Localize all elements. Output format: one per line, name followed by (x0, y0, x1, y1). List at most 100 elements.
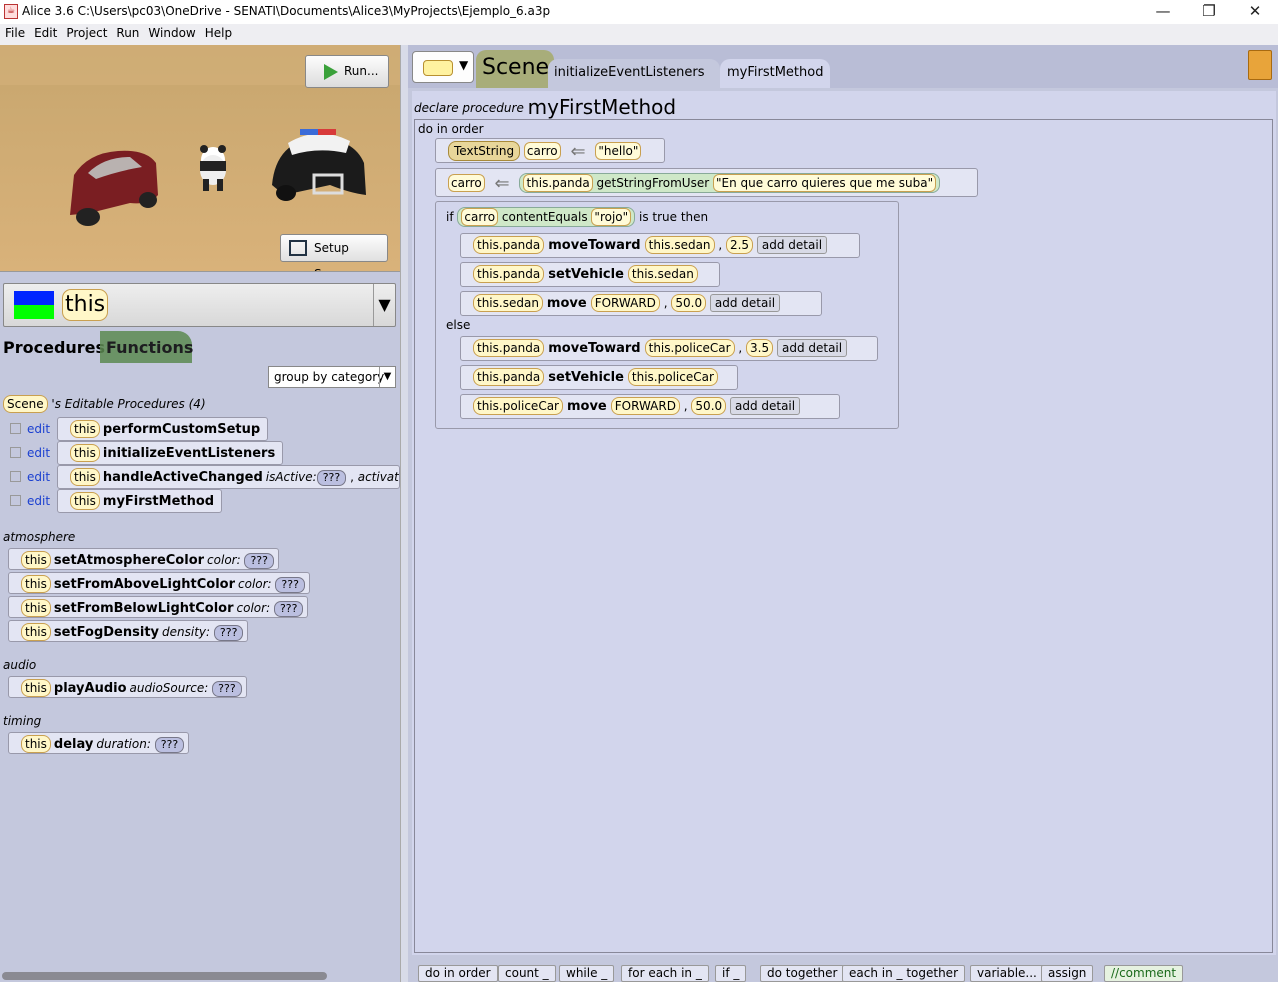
else-statement-setVehicle[interactable]: this.panda setVehicle this.policeCar (460, 365, 738, 390)
this-chip: this (21, 575, 51, 593)
java-app-icon: ☕ (4, 4, 18, 19)
selected-instance-label: this (62, 289, 109, 321)
editable-procedures-title: 's Editable Procedures (4) (51, 397, 206, 411)
this-chip: this (21, 623, 51, 641)
chevron-down-icon: ▼ (459, 58, 469, 72)
proc-setAtmosphereColor[interactable]: this setAtmosphereColor color: ??? (8, 548, 279, 570)
this-chip: this (21, 679, 51, 697)
method-declaration: declare procedure myFirstMethod (414, 95, 677, 119)
else-label: else (446, 318, 471, 332)
method-name: myFirstMethod (527, 95, 677, 119)
window-title: Alice 3.6 C:\Users\pc03\OneDrive - SENAT… (22, 4, 551, 18)
else-statement-moveToward[interactable]: this.panda moveToward this.policeCar , 3.5… (460, 336, 878, 361)
split-handle[interactable] (0, 271, 400, 279)
function-call[interactable]: this.panda getStringFromUser "En que car… (519, 173, 941, 193)
control-count[interactable]: count _ (498, 965, 556, 982)
assign-target[interactable]: carro (448, 174, 485, 192)
clipboard-icon[interactable] (1248, 50, 1272, 80)
proc-setFogDensity[interactable]: this setFogDensity density: ??? (8, 620, 249, 642)
tab-scene[interactable]: Scene (476, 50, 554, 88)
proc-handleActiveChanged[interactable]: this handleActiveChanged isActive:??? , ac… (57, 465, 400, 489)
type-selector-button[interactable]: ▼ (412, 51, 474, 83)
proc-setFromAboveLightColor[interactable]: this setFromAboveLightColor color: ??? (8, 572, 310, 594)
control-each-in-together[interactable]: each in _ together (842, 965, 965, 982)
proc-setFromBelowLightColor[interactable]: this setFromBelowLightColor color: ??? (8, 596, 309, 618)
proc-delay[interactable]: this delay duration: ??? (8, 732, 190, 754)
then-statement-setVehicle[interactable]: this.panda setVehicle this.sedan (460, 262, 720, 287)
statement-variable-declaration[interactable]: TextString carro ⇐ "hello" (435, 138, 665, 163)
code-area[interactable]: do in order TextString carro ⇐ "hello" c… (414, 119, 1273, 953)
variable-name[interactable]: carro (523, 142, 561, 160)
restore-button[interactable]: ❐ (1186, 0, 1232, 24)
title-bar: ☕ Alice 3.6 C:\Users\pc03\OneDrive - SEN… (0, 0, 1278, 24)
menu-help[interactable]: Help (200, 24, 236, 40)
control-if[interactable]: if _ (715, 965, 747, 982)
this-chip: this (21, 599, 51, 617)
control-for-each-in[interactable]: for each in _ (621, 965, 709, 982)
fullscreen-icon (289, 240, 307, 256)
tab-myFirstMethod[interactable]: myFirstMethod (720, 59, 830, 88)
control-variable[interactable]: variable... (970, 965, 1044, 982)
edit-link-myFirstMethod[interactable]: edit (10, 494, 50, 508)
then-statement-move[interactable]: this.sedan move FORWARD , 50.0 add detail (460, 291, 822, 316)
setup-scene-button[interactable]: Setup Scene (280, 234, 388, 271)
minimize-button[interactable]: — (1140, 0, 1186, 24)
proc-playAudio[interactable]: this playAudio audioSource: ??? (8, 676, 247, 698)
menu-bar: File Edit Project Run Window Help (0, 24, 1278, 45)
code-editor-panel: ▼ Scene initializeEventListeners myFirst… (408, 45, 1278, 982)
then-statement-moveToward[interactable]: this.panda moveToward this.sedan , 2.5 add… (460, 233, 860, 258)
editor-tab-strip: ▼ Scene initializeEventListeners myFirst… (408, 45, 1278, 88)
left-panel: Run... Setup Scene this ▼ Procedures Fun… (0, 45, 400, 982)
do-in-order-label: do in order (418, 122, 484, 136)
menu-run[interactable]: Run (111, 24, 143, 40)
category-atmosphere: atmosphere (3, 530, 76, 544)
proc-initializeEventListeners[interactable]: this initializeEventListeners (57, 441, 284, 465)
control-while[interactable]: while _ (559, 965, 615, 982)
control-comment[interactable]: //comment (1104, 965, 1184, 982)
category-timing: timing (3, 714, 42, 728)
editable-procedures-header: Scene 's Editable Procedures (4) (3, 395, 206, 413)
close-button[interactable]: ✕ (1232, 0, 1278, 24)
variable-initial-value[interactable]: "hello" (595, 142, 642, 160)
this-chip: this (21, 551, 51, 569)
assign-arrow-icon: ⇐ (570, 141, 586, 162)
type-chip[interactable]: TextString (448, 141, 521, 161)
control-palette: do in order count _ while _ for each in … (408, 963, 1278, 982)
tab-initializeEventListeners[interactable]: initializeEventListeners (548, 59, 720, 88)
tab-functions[interactable]: Functions (100, 331, 193, 363)
statement-assignment[interactable]: carro ⇐ this.panda getStringFromUser "En… (435, 168, 978, 197)
chevron-down-icon: ▼ (379, 367, 395, 387)
instance-selector[interactable]: this ▼ (3, 283, 396, 327)
edit-link-handleActiveChanged[interactable]: edit (10, 470, 50, 484)
member-tabs: Procedures Functions (0, 331, 400, 363)
play-icon (324, 64, 338, 80)
edit-link-performCustomSetup[interactable]: edit (10, 422, 50, 436)
if-else-block[interactable]: if carro contentEquals "rojo" is true th… (435, 201, 899, 429)
assign-arrow-icon: ⇐ (494, 173, 510, 194)
control-assign[interactable]: assign (1041, 965, 1094, 982)
control-do-together[interactable]: do together (760, 965, 845, 982)
type-icon (423, 60, 453, 76)
tab-procedures[interactable]: Procedures (0, 331, 105, 363)
horizontal-scrollbar[interactable] (2, 972, 327, 980)
menu-project[interactable]: Project (61, 24, 111, 40)
proc-myFirstMethod[interactable]: this myFirstMethod (57, 489, 223, 513)
run-button[interactable]: Run... (305, 55, 389, 88)
menu-edit[interactable]: Edit (29, 24, 61, 40)
vertical-split-handle[interactable] (400, 45, 408, 982)
edit-link-initializeEventListeners[interactable]: edit (10, 446, 50, 460)
scene-chip[interactable]: Scene (3, 395, 48, 413)
menu-window[interactable]: Window (143, 24, 199, 40)
scene-view[interactable]: Run... Setup Scene (0, 45, 400, 271)
else-statement-move[interactable]: this.policeCar move FORWARD , 50.0 add det… (460, 394, 840, 419)
control-do-in-order[interactable]: do in order (418, 965, 498, 982)
proc-performCustomSetup[interactable]: this performCustomSetup (57, 417, 269, 441)
method-editor: declare procedure myFirstMethod do in or… (412, 91, 1276, 955)
dropdown-arrow-icon[interactable]: ▼ (373, 284, 395, 326)
scene-flag-icon (14, 291, 54, 319)
if-condition[interactable]: if carro contentEquals "rojo" is true th… (446, 207, 708, 227)
menu-file[interactable]: File (0, 24, 29, 40)
panda-model (200, 145, 226, 191)
group-by-select[interactable]: group by category ▼ (268, 366, 396, 388)
this-chip: this (21, 735, 51, 753)
